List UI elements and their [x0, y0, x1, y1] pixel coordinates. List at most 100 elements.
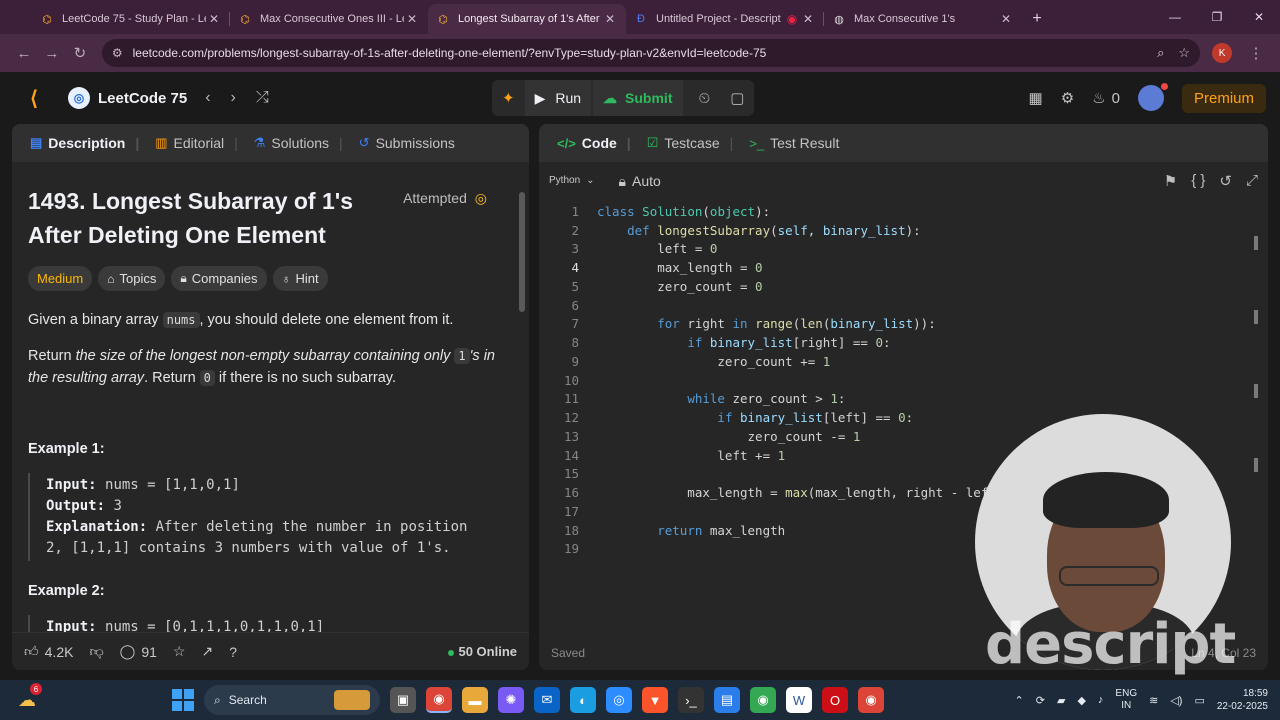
auto-mode-toggle[interactable]: 🔒︎ Auto [619, 173, 661, 190]
hint-tag[interactable]: ♁ Hint [272, 266, 328, 291]
next-problem-icon[interactable]: › [231, 89, 236, 107]
reload-icon[interactable]: ↻ [66, 39, 94, 67]
profile-avatar[interactable]: K [1212, 43, 1233, 63]
nvidia-icon[interactable]: ▰ [1057, 694, 1065, 707]
forward-icon[interactable]: → [38, 39, 66, 67]
problem-title[interactable]: 1493. Longest Subarray of 1's After Dele… [28, 184, 378, 252]
run-button[interactable]: ▶ Run [524, 80, 592, 116]
windows-start-icon[interactable] [172, 689, 194, 711]
terminal-app-icon[interactable]: ›_ [678, 687, 704, 713]
format-braces-icon[interactable]: { } [1191, 172, 1205, 190]
code-line[interactable]: 10 [539, 371, 1239, 390]
file-explorer-icon[interactable]: ▬ [462, 687, 488, 713]
share-icon[interactable]: ↗ [201, 643, 213, 660]
weather-widget-icon[interactable]: ☁ 6 [12, 683, 42, 713]
back-icon[interactable]: ← [10, 39, 38, 67]
copilot-icon[interactable]: ✺ [498, 687, 524, 713]
dislike-button[interactable]: 👎︎ [89, 643, 103, 660]
taskbar-search[interactable]: ⌕ Search [204, 685, 380, 715]
clock[interactable]: 18:59 22-02-2025 [1217, 687, 1268, 713]
reset-icon[interactable]: ↺ [1219, 172, 1232, 190]
user-avatar[interactable] [1137, 83, 1168, 111]
study-plan-icon[interactable]: ◎ [68, 87, 90, 109]
browser-tab[interactable]: ◍ Max Consecutive 1's ✕ [824, 4, 1022, 34]
code-line[interactable]: 9 zero_count += 1 [539, 352, 1239, 371]
new-tab-button[interactable]: + [1022, 4, 1052, 34]
code-line[interactable]: 7 for right in range(len(binary_list)): [539, 315, 1239, 334]
streak-counter[interactable]: ♨ 0 [1092, 89, 1120, 108]
tab-testcase[interactable]: ☑ Testcase | [639, 124, 742, 162]
tab-code[interactable]: </> Code | [549, 124, 639, 162]
bookmark-star-icon[interactable]: ☆ [1178, 45, 1190, 61]
task-view-icon[interactable]: ▣ [390, 687, 416, 713]
chrome-icon[interactable]: ◉ [426, 687, 452, 713]
wifi-icon[interactable]: ≋ [1149, 694, 1158, 707]
edge-icon[interactable]: ◐ [570, 687, 596, 713]
zoom-icon[interactable]: ⌕ [1157, 45, 1164, 61]
timer-icon[interactable]: ⏲ [689, 80, 721, 116]
microphone-icon[interactable]: ♪ [1098, 694, 1104, 706]
tab-test-result[interactable]: >_ Test Result [741, 124, 847, 162]
settings-gear-icon[interactable]: ⚙ [1061, 89, 1074, 107]
maximize-icon[interactable]: ❐ [1196, 0, 1238, 34]
notepad-icon[interactable]: ▤ [714, 687, 740, 713]
code-line[interactable]: 5 zero_count = 0 [539, 277, 1239, 296]
tray-overflow-icon[interactable]: ⌃ [1015, 694, 1024, 707]
sync-icon[interactable]: ⟳ [1036, 694, 1045, 707]
outlook-icon[interactable]: ✉ [534, 687, 560, 713]
zoom-icon[interactable]: ◎ [606, 687, 632, 713]
close-icon[interactable]: ✕ [998, 12, 1014, 26]
fullscreen-icon[interactable]: ⤢ [1246, 172, 1258, 190]
close-icon[interactable]: ✕ [404, 12, 420, 26]
browser-tab[interactable]: Ð Untitled Project - Descript ◉ ✕ [626, 4, 824, 34]
url-field[interactable]: ⚙ leetcode.com/problems/longest-subarray… [101, 39, 1201, 67]
word-icon[interactable]: W [786, 687, 812, 713]
battery-icon[interactable]: ▭ [1194, 694, 1204, 707]
security-icon[interactable]: ◆ [1077, 694, 1085, 707]
submit-button[interactable]: ☁ Submit [593, 80, 683, 116]
opera-icon[interactable]: O [822, 687, 848, 713]
companies-tag[interactable]: 🔒︎ Companies [171, 266, 267, 291]
debug-icon[interactable]: ✦ [492, 80, 525, 116]
prev-problem-icon[interactable]: ‹ [205, 89, 210, 107]
code-line[interactable]: 4 max_length = 0 [539, 258, 1239, 277]
volume-icon[interactable]: ◁) [1170, 694, 1182, 707]
like-button[interactable]: 👍︎ 4.2K [24, 643, 73, 660]
tab-editorial[interactable]: ▥ Editorial | [147, 124, 246, 162]
help-icon[interactable]: ? [229, 644, 237, 660]
close-icon[interactable]: ✕ [206, 12, 222, 26]
browser-tab[interactable]: ⌬ Max Consecutive Ones III - Lee ✕ [230, 4, 428, 34]
browser-tab-active[interactable]: ⌬ Longest Subarray of 1's After D ✕ [428, 4, 626, 34]
topics-tag[interactable]: ⌂ Topics [98, 266, 166, 291]
code-line[interactable]: 6 [539, 296, 1239, 315]
code-line[interactable]: 3 left = 0 [539, 240, 1239, 259]
code-line[interactable]: 1 class Solution(object): [539, 202, 1239, 221]
chrome-profile-icon[interactable]: ◉ [750, 687, 776, 713]
tab-submissions[interactable]: ↺ Submissions [351, 124, 463, 162]
bookmark-icon[interactable]: ⚑ [1164, 172, 1177, 190]
close-window-icon[interactable]: ✕ [1238, 0, 1280, 34]
language-indicator[interactable]: ENG IN [1115, 688, 1137, 712]
study-plan-title[interactable]: LeetCode 75 [98, 90, 187, 107]
menu-icon[interactable]: ⋮ [1242, 39, 1270, 67]
leetcode-logo-icon[interactable]: ⟨ [22, 86, 46, 110]
comments-button[interactable]: ◯ 91 [120, 643, 157, 660]
shuffle-icon[interactable]: ⤮ [256, 89, 269, 107]
description-scrollbar[interactable] [519, 168, 525, 628]
layout-grid-icon[interactable]: ▦ [1029, 89, 1043, 107]
language-select[interactable]: Python ⌄ [549, 175, 595, 187]
code-line[interactable]: 11 while zero_count > 1: [539, 390, 1239, 409]
minimize-icon[interactable]: — [1154, 0, 1196, 34]
premium-button[interactable]: Premium [1181, 83, 1266, 113]
notes-icon[interactable]: ▢ [720, 80, 754, 116]
brave-icon[interactable]: ▼ [642, 687, 668, 713]
tab-description[interactable]: ▤ Description | [22, 124, 147, 162]
site-info-icon[interactable]: ⚙ [112, 46, 123, 60]
code-line[interactable]: 8 if binary_list[right] == 0: [539, 333, 1239, 352]
tab-solutions[interactable]: ⚗ Solutions | [246, 124, 351, 162]
close-icon[interactable]: ✕ [800, 12, 816, 26]
chrome-alt-icon[interactable]: ◉ [858, 687, 884, 713]
close-icon[interactable]: ✕ [602, 12, 618, 26]
favorite-star-icon[interactable]: ☆ [173, 643, 186, 660]
browser-tab[interactable]: ⌬ LeetCode 75 - Study Plan - Lee ✕ [32, 4, 230, 34]
